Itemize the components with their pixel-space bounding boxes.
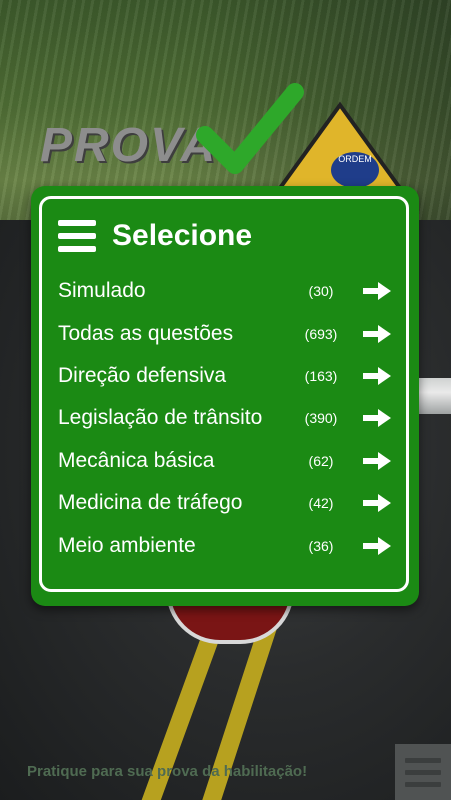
category-count: (30): [308, 283, 334, 300]
panel-header: Selecione: [58, 216, 252, 256]
category-label: Mecânica básica: [58, 448, 215, 472]
arrow-right-icon[interactable]: [362, 281, 392, 301]
footer-menu-button[interactable]: [395, 744, 451, 800]
category-item-direcao-defensiva[interactable]: Direção defensiva (163): [42, 355, 406, 397]
arrow-right-icon[interactable]: [362, 324, 392, 344]
category-count: (42): [308, 495, 334, 512]
arrow-right-icon[interactable]: [362, 366, 392, 386]
road-sign-text: ORDEM: [338, 154, 372, 164]
category-count: (390): [304, 410, 338, 427]
arrow-right-icon[interactable]: [362, 536, 392, 556]
selection-panel: Selecione Simulado (30) Todas as questõe…: [31, 186, 419, 606]
category-item-meio-ambiente[interactable]: Meio ambiente (36): [42, 524, 406, 566]
app-logo-text: PROVA: [40, 119, 218, 172]
panel-title: Selecione: [112, 219, 253, 252]
selection-panel-frame: Selecione Simulado (30) Todas as questõe…: [39, 196, 409, 592]
category-label: Medicina de tráfego: [58, 491, 243, 515]
category-label: Direção defensiva: [58, 363, 227, 387]
guard-rail: [415, 378, 451, 414]
category-count: (693): [304, 325, 338, 342]
hamburger-icon-bar: [405, 769, 441, 775]
category-item-legislacao-de-transito[interactable]: Legislação de trânsito (390): [42, 397, 406, 439]
hamburger-icon: [58, 220, 96, 252]
warning-sign-icon: ORDEM: [271, 101, 409, 197]
category-count: (163): [304, 367, 338, 384]
category-label: Legislação de trânsito: [58, 406, 263, 430]
category-count: (36): [308, 537, 334, 554]
category-label: Todas as questões: [58, 321, 234, 345]
category-list: Simulado (30) Todas as questões (693) Di…: [42, 270, 406, 567]
category-item-medicina-de-trafego[interactable]: Medicina de tráfego (42): [42, 482, 406, 524]
category-item-mecanica-basica[interactable]: Mecânica básica (62): [42, 440, 406, 482]
arrow-right-icon[interactable]: [362, 493, 392, 513]
category-label: Simulado: [58, 279, 146, 303]
category-item-todas-as-questoes[interactable]: Todas as questões (693): [42, 312, 406, 354]
category-item-simulado[interactable]: Simulado (30): [42, 270, 406, 312]
arrow-right-icon[interactable]: [362, 408, 392, 428]
arrow-right-icon[interactable]: [362, 451, 392, 471]
hamburger-icon-bar: [405, 757, 441, 763]
category-count: (62): [308, 452, 334, 469]
hamburger-icon-bar: [405, 781, 441, 787]
category-label: Meio ambiente: [58, 533, 196, 557]
footer-tagline: Pratique para sua prova da habilitação!: [27, 763, 308, 780]
